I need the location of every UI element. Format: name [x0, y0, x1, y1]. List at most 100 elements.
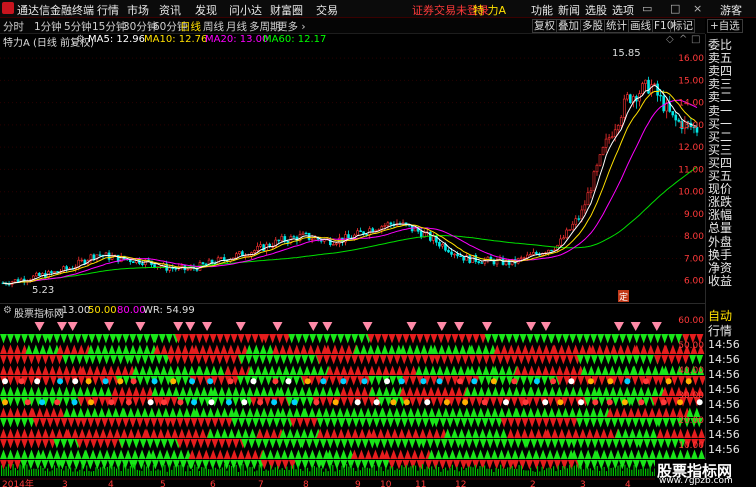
- band-triangle: [347, 439, 355, 449]
- candle: [635, 94, 638, 109]
- band-triangle: [167, 439, 175, 449]
- volume-bar: [237, 471, 240, 476]
- tool-mark-button[interactable]: 标记: [670, 19, 695, 33]
- menu-item-wealth[interactable]: 财富圈: [270, 2, 303, 18]
- band-triangle: [500, 418, 508, 428]
- volume-bar: [557, 465, 559, 476]
- expand-icon[interactable]: ◇: [666, 34, 674, 45]
- band-triangle: [662, 418, 670, 428]
- indicator-gear-icon[interactable]: ⚙: [3, 305, 12, 316]
- band-triangle: [435, 407, 443, 417]
- signal-dot: [685, 378, 692, 385]
- tool-draw-button[interactable]: 画线: [628, 19, 653, 33]
- tool-adjust-button[interactable]: 复权: [532, 19, 557, 33]
- menu-newsfeed[interactable]: 新闻: [558, 2, 580, 18]
- band-triangle: [65, 460, 73, 470]
- band-triangle: [167, 355, 175, 365]
- band-triangle: [433, 428, 441, 438]
- period-monthly[interactable]: 月线: [226, 19, 247, 34]
- collapse-icon[interactable]: □: [691, 34, 700, 45]
- volume-bar: [472, 467, 474, 476]
- period-daily[interactable]: 日线: [180, 19, 201, 34]
- guest-label[interactable]: 游客: [720, 2, 742, 18]
- menu-item-market[interactable]: 市场: [127, 2, 149, 18]
- menu-item-trade[interactable]: 交易: [316, 2, 338, 18]
- period-more[interactable]: 更多 ›: [277, 19, 306, 34]
- band-triangle: [692, 376, 700, 386]
- band-triangle: [340, 439, 348, 449]
- add-watchlist-button[interactable]: +自选: [707, 19, 743, 33]
- band-triangle: [546, 460, 554, 470]
- band-triangle: [136, 418, 144, 428]
- band-triangle: [231, 418, 239, 428]
- period-5min[interactable]: 5分钟: [64, 19, 92, 34]
- band-triangle: [333, 365, 341, 375]
- signal-marker: [454, 322, 465, 331]
- price-chart[interactable]: 16.0015.0014.0013.0012.0011.0010.009.008…: [0, 47, 705, 303]
- band-triangle: [184, 397, 192, 407]
- window-max-icon[interactable]: □: [670, 2, 680, 15]
- band-triangle: [403, 365, 411, 375]
- candle: [562, 234, 565, 240]
- window-close-icon[interactable]: ×: [693, 2, 702, 15]
- band-triangle: [669, 365, 677, 375]
- indicator-axis-label: 60.00: [678, 316, 704, 326]
- band-triangle: [563, 365, 571, 375]
- signal-dot: [125, 399, 132, 406]
- volume-bar: [495, 467, 497, 476]
- band-triangle: [217, 365, 225, 375]
- band-triangle: [153, 365, 161, 375]
- tool-overlay-button[interactable]: 叠加: [556, 19, 581, 33]
- tick-time: 14:56: [708, 353, 740, 366]
- band-triangle: [576, 386, 584, 396]
- menu-item-ask[interactable]: 问小达: [229, 2, 262, 18]
- menu-function[interactable]: 功能: [531, 2, 553, 18]
- band-triangle: [594, 365, 602, 375]
- volume-bar: [90, 471, 92, 476]
- volume-bar: [638, 469, 640, 476]
- band-triangle: [162, 407, 170, 417]
- volume-bar: [175, 466, 177, 476]
- menu-item-quotes[interactable]: 行情: [97, 2, 119, 18]
- band-triangle: [0, 344, 7, 354]
- volume-bar: [424, 469, 426, 476]
- menu-item-news[interactable]: 资讯: [159, 2, 181, 18]
- band-triangle: [255, 439, 263, 449]
- band-triangle: [260, 407, 268, 417]
- band-triangle: [546, 449, 554, 459]
- tool-stats-button[interactable]: 统计: [604, 19, 629, 33]
- volume-bar: [226, 470, 228, 476]
- band-triangle: [90, 439, 98, 449]
- gear-icon[interactable]: ⚙: [76, 34, 85, 45]
- menu-stock-select[interactable]: 选股: [585, 2, 607, 18]
- band-triangle: [388, 344, 396, 354]
- menu-item-discover[interactable]: 发现: [195, 2, 217, 18]
- period-multi[interactable]: 多周期: [249, 19, 281, 34]
- band-triangle: [402, 334, 410, 344]
- band-triangle: [579, 428, 587, 438]
- signal-dot: [189, 378, 196, 385]
- volume-bar: [235, 465, 237, 476]
- candle: [259, 241, 262, 249]
- tool-multi-button[interactable]: 多股: [580, 19, 605, 33]
- window-min-icon[interactable]: ▭: [642, 2, 652, 15]
- period-weekly[interactable]: 周线: [203, 19, 224, 34]
- up-icon[interactable]: ^: [679, 34, 687, 45]
- band-triangle: [0, 418, 7, 428]
- band-triangle: [101, 418, 109, 428]
- band-triangle: [53, 449, 61, 459]
- band-triangle: [475, 355, 483, 365]
- indicator-chart[interactable]: 60.0050.0040.0030.0020.0010.000.00 2014年…: [0, 316, 705, 487]
- volume-bar: [132, 464, 134, 476]
- menu-options[interactable]: 选项: [612, 2, 634, 18]
- band-triangle: [36, 407, 44, 417]
- volume-bar: [141, 470, 143, 476]
- period-15min[interactable]: 15分钟: [92, 19, 126, 34]
- band-triangle: [345, 418, 353, 428]
- band-triangle: [267, 407, 275, 417]
- band-triangle: [134, 407, 142, 417]
- period-1min[interactable]: 1分钟: [34, 19, 62, 34]
- band-triangle: [333, 439, 341, 449]
- period-tick[interactable]: 分时: [3, 19, 24, 34]
- candle: [135, 258, 138, 265]
